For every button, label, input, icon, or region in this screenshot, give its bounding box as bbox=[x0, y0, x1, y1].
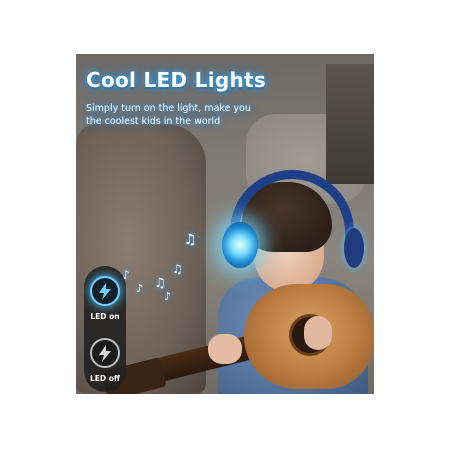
headline-title: Cool LED Lights bbox=[86, 68, 267, 92]
background-lamp bbox=[326, 64, 374, 184]
child-hand-right bbox=[304, 316, 332, 350]
earcup-right bbox=[344, 228, 364, 268]
lightning-bolt-icon bbox=[99, 345, 111, 362]
headline-subtitle: Simply turn on the light, make you the c… bbox=[86, 102, 266, 128]
led-on-button bbox=[90, 276, 120, 306]
led-off-button bbox=[90, 338, 120, 368]
subtitle-line-2: the coolest kids in the world bbox=[86, 116, 221, 127]
led-off-label: LED off bbox=[90, 374, 120, 383]
music-note-icon: ♪ bbox=[164, 290, 172, 303]
music-note-icon: ♫ bbox=[184, 232, 197, 248]
lightning-bolt-icon bbox=[99, 283, 111, 300]
subtitle-line-1: Simply turn on the light, make you bbox=[86, 103, 251, 114]
music-note-icon: ♪ bbox=[136, 282, 144, 295]
music-note-icon: ♫ bbox=[154, 276, 166, 291]
music-note-icon: ♫ bbox=[172, 262, 183, 276]
product-photo: ♫ ♪ ♪ ♪ ♫ ♫ ♪ ♪ Cool LED Lights Simply t… bbox=[76, 54, 374, 394]
led-control-pill: LED on LED off bbox=[84, 266, 126, 392]
child-hand-left bbox=[208, 334, 242, 364]
led-on-label: LED on bbox=[90, 312, 120, 321]
